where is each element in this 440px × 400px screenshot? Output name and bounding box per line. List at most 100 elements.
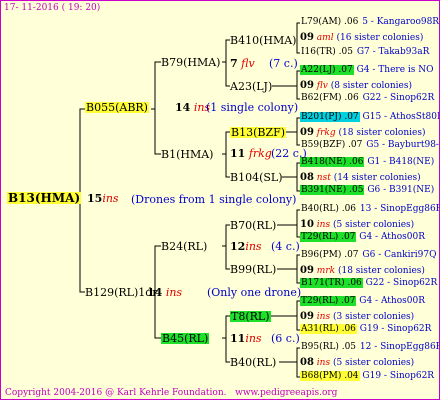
- ins-label: frkg: [316, 128, 336, 138]
- gen2-queen-4-count: 11ins: [230, 332, 262, 345]
- ins-label: nst: [316, 173, 331, 183]
- ancestor-id: B391(NE) .05: [300, 185, 365, 195]
- ancestor-id: B62(FM) .06: [301, 93, 359, 103]
- sister-colonies-row: 09 ins (3 sister colonies): [300, 312, 414, 322]
- sister-colonies-row: 09 frkg (18 sister colonies): [300, 128, 425, 138]
- ins-label: ins: [316, 220, 331, 230]
- root-queen: B13(HMA): [7, 191, 82, 205]
- ins-label: ins: [316, 358, 331, 368]
- ancestor-row: B40(RL) .06 13 - SinopEgg86R: [300, 204, 440, 214]
- drone-count: 09: [300, 32, 314, 43]
- sister-colonies-row: 10 ins (5 sister colonies): [300, 220, 414, 230]
- gen2-queen-2: B1(HMA): [161, 148, 214, 161]
- gen2-queen-4: B45(RL): [161, 332, 210, 345]
- ancestor-id: B95(RL) .05: [301, 342, 357, 352]
- ins-label: mrk: [316, 266, 336, 276]
- root-count-line: 15ins: [87, 192, 119, 205]
- ancestor-id: A22(LJ) .07: [300, 65, 354, 75]
- sister-colonies-note: (16 sister colonies): [336, 33, 424, 43]
- gen3-queen-3: B13(BZF): [230, 126, 287, 139]
- sister-colonies-row: 08 ins (5 sister colonies): [300, 358, 414, 368]
- ancestor-id: B96(PM) .07: [301, 250, 359, 260]
- gen2-queen-3: B24(RL): [161, 240, 208, 253]
- ancestor-row: I16(TR) .05 G7 - Takab93aR: [300, 48, 429, 57]
- ancestor-id: I16(TR) .05: [301, 47, 353, 57]
- gen1-top-queen: B055(ABR): [85, 101, 149, 114]
- ancestor-row: B95(RL) .05 12 - SinopEgg86R: [300, 342, 440, 352]
- ancestor-line: G4 - There is NO: [356, 65, 434, 75]
- sister-colonies-row: 09 mrk (18 sister colonies): [300, 266, 425, 276]
- ins-label: aml: [316, 33, 334, 43]
- gen3-queen-5: B70(RL): [230, 219, 277, 232]
- ancestor-row: B68(PM) .04 G19 - Sinop62R: [300, 371, 434, 381]
- ancestor-row: A22(LJ) .07 G4 - There is NO: [300, 65, 434, 75]
- ancestor-row: B59(BZF) .07 G5 - Bayburt98-3: [300, 140, 439, 150]
- drone-count: 09: [300, 127, 314, 138]
- sister-colonies-note: (14 sister colonies): [333, 173, 421, 183]
- ancestor-id: A31(RL) .06: [300, 324, 357, 334]
- pedigree-chart: 17- 11-2016 ( 19: 20) B13(HMA) 15ins (Dr…: [0, 0, 440, 400]
- ancestor-row: B62(FM) .06 G22 - Sinop62R: [300, 94, 434, 103]
- drone-count: 08: [300, 172, 314, 183]
- sister-colonies-note: (18 sister colonies): [337, 266, 425, 276]
- ancestor-line: G19 - Sinop62R: [359, 324, 432, 334]
- ancestor-id: B40(RL) .06: [301, 204, 357, 214]
- gen2-queen-2-count: 11 frkg: [230, 147, 272, 160]
- gen1-bottom-count: 14 ins: [147, 286, 183, 299]
- ancestor-line: 13 - SinopEgg86R: [359, 204, 440, 214]
- ancestor-id: B59(BZF) .07: [301, 140, 363, 150]
- gen1-top-count: 14 ins: [175, 101, 211, 114]
- ancestor-row: B201(PJ) .07 G15 - AthosSt80R: [300, 112, 440, 122]
- ancestor-row: T29(RL) .07 G4 - Athos00R: [300, 296, 425, 306]
- drone-count: 10: [300, 219, 314, 230]
- ancestor-row: A31(RL) .06 G19 - Sinop62R: [300, 324, 432, 334]
- sister-colonies-row: 08 nst (14 sister colonies): [300, 173, 421, 183]
- date-stamp: 17- 11-2016 ( 19: 20): [4, 3, 101, 13]
- ancestor-line: G4 - Athos00R: [359, 232, 425, 242]
- gen3-queen-2: A23(LJ): [230, 80, 273, 93]
- sister-colonies-note: (18 sister colonies): [338, 128, 426, 138]
- sister-colonies-note: (3 sister colonies): [332, 312, 415, 322]
- sister-colonies-note: (5 sister colonies): [332, 220, 415, 230]
- ancestor-line: G15 - AthosSt80R: [362, 112, 440, 122]
- gen1-bottom-note: (Only one drone): [207, 286, 302, 299]
- ancestor-id: T29(RL) .07: [300, 232, 357, 242]
- ins-label: flv: [316, 81, 328, 91]
- gen2-queen-4-note: (6 c.): [271, 332, 300, 345]
- ancestor-id: B418(NE) .06: [300, 157, 365, 167]
- footer-copyright: Copyright 2004-2016 @ Karl Kehrle Founda…: [5, 388, 338, 398]
- gen3-queen-6: B99(RL): [230, 263, 277, 276]
- ancestor-line: 5 - Kangaroo98R: [362, 17, 440, 27]
- gen3-queen-1-note: (7 c.): [269, 57, 298, 70]
- ancestor-id: L79(AM) .06: [301, 17, 359, 27]
- ancestor-row: B391(NE) .05 G6 - B391(NE): [300, 185, 435, 195]
- ancestor-line: G6 - Cankiri97Q: [362, 250, 437, 260]
- drone-count: 09: [300, 311, 314, 322]
- ancestor-id: B171(TR) .06: [300, 278, 363, 288]
- gen2-queen-3-count: 12ins: [230, 240, 262, 253]
- gen3-queen-1: B410(HMA): [230, 34, 297, 47]
- drone-count: 09: [300, 265, 314, 276]
- gen3-queen-4: B104(SL): [230, 171, 283, 184]
- ancestor-row: B171(TR) .06 G22 - Sinop62R: [300, 278, 438, 288]
- ancestor-line: G22 - Sinop62R: [362, 93, 435, 103]
- gen3-queen-7: T8(RL): [230, 310, 271, 323]
- ancestor-id: B201(PJ) .07: [300, 112, 360, 122]
- drone-count: 08: [300, 357, 314, 368]
- ancestor-row: L79(AM) .06 5 - Kangaroo98R: [300, 18, 439, 27]
- ancestor-line: G22 - Sinop62R: [365, 278, 438, 288]
- gen1-top-note: (1 single colony): [206, 101, 299, 114]
- ancestor-id: B68(PM) .04: [300, 371, 360, 381]
- ancestor-row: T29(RL) .07 G4 - Athos00R: [300, 232, 425, 242]
- sister-colonies-note: (8 sister colonies): [330, 81, 412, 91]
- ancestor-line: G6 - B391(NE): [367, 185, 435, 195]
- sister-colonies-row: 09 aml (16 sister colonies): [300, 33, 423, 43]
- gen3-queen-8: B40(RL): [230, 356, 277, 369]
- ancestor-line: G7 - Takab93aR: [356, 47, 430, 57]
- ancestor-line: 12 - SinopEgg86R: [359, 342, 440, 352]
- ancestor-id: T29(RL) .07: [300, 296, 357, 306]
- gen3-queen-1-count: 7 flv: [230, 57, 255, 70]
- sister-colonies-note: (5 sister colonies): [332, 358, 415, 368]
- gen2-queen-1: B79(HMA): [161, 56, 221, 69]
- gen2-queen-3-note: (4 c.): [271, 240, 300, 253]
